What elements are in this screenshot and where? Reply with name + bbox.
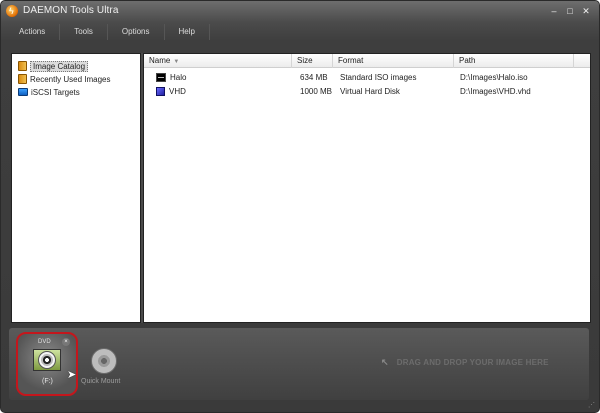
window-title: DAEMON Tools Ultra bbox=[23, 5, 119, 16]
row-name: Halo bbox=[156, 71, 186, 84]
quick-mount-disc-icon bbox=[91, 348, 117, 374]
menu-help[interactable]: Help bbox=[165, 24, 210, 40]
drive-type-label: DVD bbox=[38, 339, 51, 345]
quick-mount-label: Quick Mount bbox=[81, 378, 121, 385]
tree-item-label: Image Catalog bbox=[30, 60, 89, 72]
tree-item-iscsi[interactable]: iSCSI Targets bbox=[18, 86, 80, 98]
drive-panel: DVD × (F:) ➤ Quick Mount ↖ DRAG AND DROP… bbox=[9, 328, 589, 400]
tree-item-label: iSCSI Targets bbox=[31, 87, 80, 97]
row-size: 1000 MB bbox=[300, 87, 333, 96]
main-content: Image Catalog Recently Used Images iSCSI… bbox=[11, 53, 591, 323]
tree-item-recently-used[interactable]: Recently Used Images bbox=[18, 73, 110, 85]
column-header-name[interactable]: Name ▼ bbox=[144, 54, 292, 68]
title-bar[interactable]: ϟ DAEMON Tools Ultra – □ ✕ bbox=[1, 1, 599, 21]
menu-options[interactable]: Options bbox=[108, 24, 165, 40]
tree-item-image-catalog[interactable]: Image Catalog bbox=[18, 60, 89, 72]
column-header-label: Name bbox=[149, 56, 171, 65]
vhd-image-icon bbox=[156, 87, 165, 96]
sort-down-icon: ▼ bbox=[173, 59, 180, 65]
drag-drop-label: DRAG AND DROP YOUR IMAGE HERE bbox=[396, 358, 549, 367]
app-window: ϟ DAEMON Tools Ultra – □ ✕ Actions Tools… bbox=[0, 0, 600, 413]
menu-tools[interactable]: Tools bbox=[60, 24, 108, 40]
row-path: D:\Images\Halo.iso bbox=[460, 73, 528, 82]
eject-icon[interactable]: × bbox=[62, 338, 70, 346]
daemon-tools-logo-icon: ϟ bbox=[6, 5, 18, 17]
iscsi-icon bbox=[18, 88, 28, 96]
drive-disc-box bbox=[33, 349, 61, 371]
list-header: Name ▼ Size Format Path bbox=[144, 54, 590, 68]
row-format: Standard ISO images bbox=[340, 73, 417, 82]
tree-item-label: Recently Used Images bbox=[30, 74, 111, 84]
recent-images-icon bbox=[18, 74, 27, 84]
column-header-size[interactable]: Size bbox=[292, 54, 333, 68]
drive-letter: (F:) bbox=[42, 378, 53, 385]
window-controls: – □ ✕ bbox=[549, 7, 591, 16]
maximize-icon[interactable]: □ bbox=[565, 7, 575, 16]
close-icon[interactable]: ✕ bbox=[581, 7, 591, 16]
drag-drop-zone[interactable]: ↖ DRAG AND DROP YOUR IMAGE HERE bbox=[381, 357, 549, 368]
menu-bar: Actions Tools Options Help bbox=[7, 24, 595, 40]
menu-actions[interactable]: Actions bbox=[7, 24, 61, 40]
table-row[interactable]: VHD 1000 MB Virtual Hard Disk D:\Images\… bbox=[144, 85, 590, 98]
row-name-label: VHD bbox=[169, 87, 186, 96]
quick-mount-button[interactable]: Quick Mount bbox=[81, 348, 125, 394]
iso-image-icon bbox=[156, 73, 166, 82]
row-format: Virtual Hard Disk bbox=[340, 87, 400, 96]
minimize-icon[interactable]: – bbox=[549, 7, 559, 16]
table-row[interactable]: Halo 634 MB Standard ISO images D:\Image… bbox=[144, 71, 590, 84]
mouse-cursor-icon: ➤ bbox=[67, 369, 77, 381]
row-name-label: Halo bbox=[170, 73, 187, 82]
row-path: D:\Images\VHD.vhd bbox=[460, 87, 531, 96]
virtual-drive-f[interactable]: DVD × (F:) ➤ bbox=[16, 332, 78, 396]
resize-grip-icon[interactable]: ⋰ bbox=[588, 401, 595, 409]
disc-icon bbox=[38, 351, 56, 369]
row-size: 634 MB bbox=[300, 73, 328, 82]
pointer-arrow-icon: ↖ bbox=[381, 357, 389, 367]
row-name: VHD bbox=[156, 85, 186, 98]
navigation-tree: Image Catalog Recently Used Images iSCSI… bbox=[11, 53, 141, 323]
column-header-format[interactable]: Format bbox=[333, 54, 454, 68]
column-header-path[interactable]: Path bbox=[454, 54, 574, 68]
image-list: Name ▼ Size Format Path Halo 634 MB Stand… bbox=[143, 53, 591, 323]
image-catalog-icon bbox=[18, 61, 27, 71]
